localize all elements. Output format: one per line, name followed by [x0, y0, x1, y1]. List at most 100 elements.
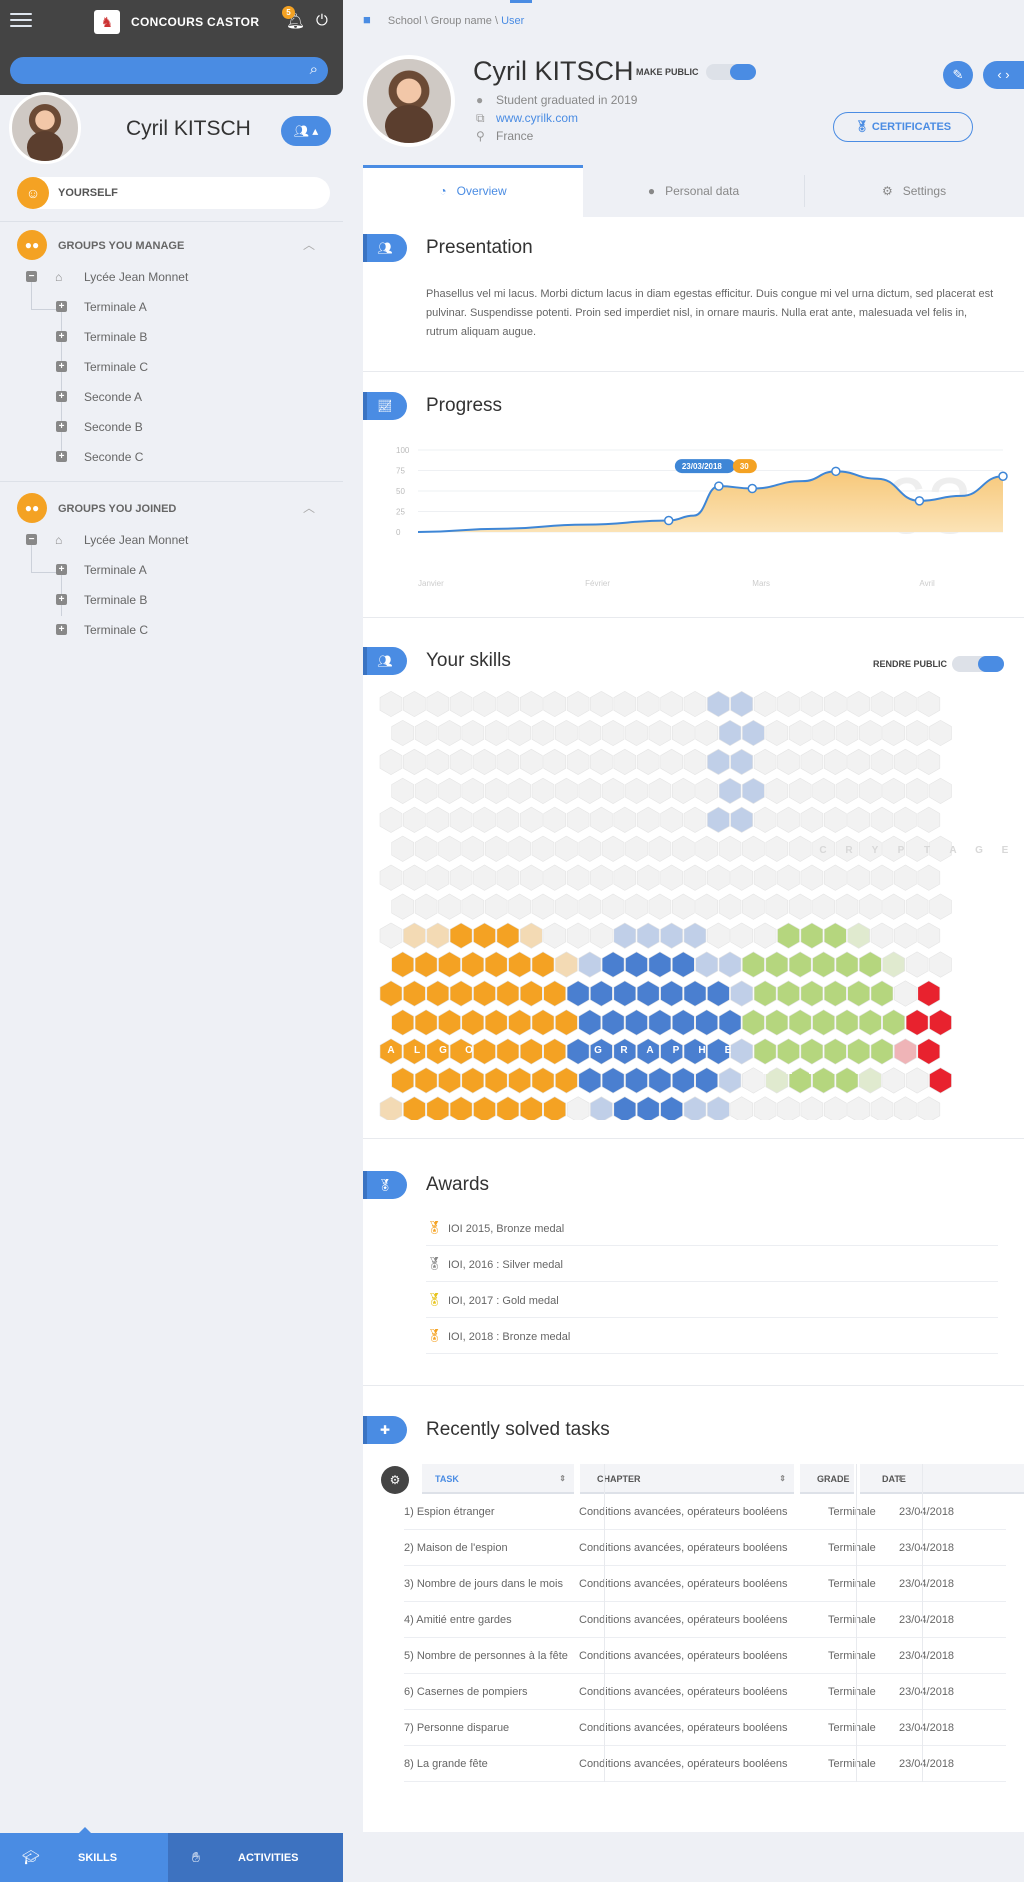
- algo-hex: [438, 951, 461, 978]
- certificates-button[interactable]: 🏅︎ CERTIFICATES: [833, 112, 973, 142]
- tree-item[interactable]: Terminale A: [84, 300, 147, 314]
- th-grade[interactable]: GRADE: [800, 1464, 854, 1494]
- tab-settings[interactable]: ⚙ Settings: [804, 165, 1024, 217]
- empty-hex: [753, 922, 777, 949]
- empty-hex: [578, 719, 602, 747]
- table-row[interactable]: 5) Nombre de personnes à la fête Conditio…: [404, 1638, 1006, 1674]
- yourself-item[interactable]: ☺ YOURSELF: [17, 177, 330, 209]
- tab-overview[interactable]: ◔ Overview: [363, 165, 583, 217]
- debug-hex: [753, 1038, 777, 1065]
- expand-icon[interactable]: +: [56, 361, 67, 372]
- prev-next-button[interactable]: ‹ ›: [983, 61, 1024, 89]
- tree-item[interactable]: Seconde C: [84, 450, 143, 464]
- tree-item[interactable]: Terminale A: [84, 563, 147, 577]
- empty-hex: [403, 806, 426, 833]
- breadcrumb-user[interactable]: User: [501, 15, 524, 27]
- empty-hex: [718, 835, 742, 862]
- menu-icon[interactable]: [10, 13, 32, 29]
- users-icon: 👥︎: [363, 234, 407, 262]
- crypt-hex: [917, 980, 941, 1007]
- table-row[interactable]: 8) La grande fête Conditions avancées, op…: [404, 1746, 1006, 1782]
- activities-tab[interactable]: ✋︎ ACTIVITIES: [168, 1833, 343, 1882]
- empty-hex: [543, 864, 566, 891]
- empty-hex: [473, 748, 496, 775]
- tree-item[interactable]: Terminale C: [84, 623, 148, 637]
- collapse-icon[interactable]: −: [26, 534, 37, 545]
- profile-status: Student graduated in 2019: [496, 93, 638, 107]
- cell-date: 23/04/2018: [899, 1614, 955, 1626]
- external-link-icon: ⧉: [476, 111, 485, 125]
- empty-hex: [403, 690, 426, 718]
- skills-tab[interactable]: 🎓︎ SKILLS: [0, 1827, 168, 1882]
- chevron-up-icon[interactable]: ︿: [303, 499, 315, 516]
- empty-hex: [765, 719, 789, 747]
- graphe-hex: [695, 1009, 719, 1036]
- table-row[interactable]: 4) Amitié entre gardes Conditions avancée…: [404, 1602, 1006, 1638]
- line-chart-icon: 📈︎: [363, 392, 407, 420]
- tree-item[interactable]: Seconde B: [84, 420, 143, 434]
- empty-hex: [484, 719, 508, 747]
- expand-icon[interactable]: +: [56, 331, 67, 342]
- th-chapter[interactable]: CHAPTER ⇕: [580, 1464, 794, 1494]
- algo-hex: [496, 980, 520, 1007]
- search-input[interactable]: [22, 62, 292, 79]
- empty-hex: [777, 690, 800, 718]
- pie-chart-icon: ◔: [439, 184, 450, 198]
- empty-hex: [520, 864, 543, 891]
- empty-hex: [671, 893, 695, 920]
- empty-hex: [449, 864, 473, 891]
- th-date[interactable]: DATE ⇕: [860, 1464, 1024, 1494]
- table-row[interactable]: 1) Espion étranger Conditions avancées, o…: [404, 1494, 1006, 1530]
- tree-item-root[interactable]: Lycée Jean Monnet: [84, 270, 188, 284]
- algo-hex: [484, 1009, 508, 1036]
- user-menu-button[interactable]: 👥︎ ▴: [281, 116, 331, 146]
- tree-item[interactable]: Terminale C: [84, 360, 148, 374]
- collapse-icon[interactable]: −: [26, 271, 37, 282]
- tree-item[interactable]: Seconde A: [84, 390, 142, 404]
- tree-item[interactable]: Terminale B: [84, 593, 147, 607]
- breadcrumb-group[interactable]: Group name: [431, 15, 492, 27]
- expand-icon[interactable]: +: [56, 391, 67, 402]
- power-icon[interactable]: ⏻: [316, 12, 328, 29]
- edit-button[interactable]: ✎: [943, 61, 973, 89]
- empty-hex: [543, 748, 566, 775]
- chevron-up-icon[interactable]: ︿: [303, 236, 315, 253]
- empty-hex: [449, 748, 473, 775]
- search-icon[interactable]: ⌕: [310, 61, 318, 78]
- empty-hex: [847, 1096, 871, 1120]
- tab-personal-data[interactable]: ● Personal data: [583, 165, 804, 217]
- th-task[interactable]: TASK ⇕: [422, 1464, 574, 1494]
- empty-hex: [648, 719, 672, 747]
- expand-icon[interactable]: +: [56, 594, 67, 605]
- table-row[interactable]: 3) Nombre de jours dans le mois Condition…: [404, 1566, 1006, 1602]
- expand-icon[interactable]: +: [56, 421, 67, 432]
- table-row[interactable]: 7) Personne disparue Conditions avancées,…: [404, 1710, 1006, 1746]
- expand-icon[interactable]: +: [56, 624, 67, 635]
- tree-item[interactable]: Terminale B: [84, 330, 147, 344]
- website-link[interactable]: www.cyrilk.com: [496, 111, 578, 125]
- avatar: [9, 92, 81, 164]
- expand-icon[interactable]: +: [56, 451, 67, 462]
- empty-hex: [426, 864, 450, 891]
- empty-hex: [894, 864, 917, 891]
- empty-hex: [823, 690, 847, 718]
- empty-hex: [870, 864, 894, 891]
- table-row[interactable]: 2) Maison de l'espion Conditions avancées…: [404, 1530, 1006, 1566]
- make-public-toggle[interactable]: [706, 64, 756, 80]
- debug-hex: [800, 1038, 824, 1065]
- tab-personal-label: Personal data: [665, 184, 740, 198]
- debug-hex: [823, 1038, 847, 1065]
- expand-icon[interactable]: +: [56, 301, 67, 312]
- cryptage-label: G: [975, 845, 983, 856]
- table-row[interactable]: 6) Casernes de pompiers Conditions avancé…: [404, 1674, 1006, 1710]
- empty-hex: [730, 1096, 754, 1120]
- medal-icon: 🏅︎: [426, 1328, 443, 1343]
- empty-hex: [449, 806, 473, 833]
- divider: [0, 221, 343, 222]
- expand-icon[interactable]: +: [56, 564, 67, 575]
- breadcrumb-school[interactable]: School: [388, 15, 422, 27]
- tree-item-root[interactable]: Lycée Jean Monnet: [84, 533, 188, 547]
- skills-public-toggle[interactable]: [952, 656, 1004, 672]
- gear-icon[interactable]: ⚙: [381, 1466, 409, 1494]
- debug-hex: [882, 1009, 906, 1036]
